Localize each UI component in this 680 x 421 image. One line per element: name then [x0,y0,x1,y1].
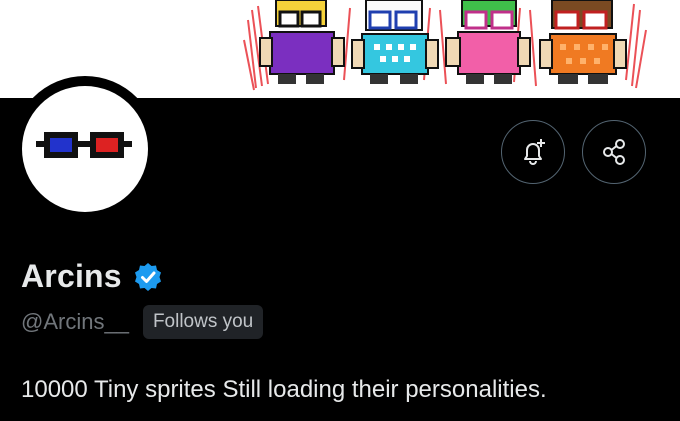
sprite-cyan [351,0,439,84]
share-profile-button[interactable] [582,120,646,184]
notification-subscribe-button[interactable] [501,120,565,184]
profile-handle-row: @Arcins__ Follows you [21,305,264,339]
follows-you-badge: Follows you [142,305,264,339]
profile-handle: @Arcins__ [21,309,129,334]
profile-avatar[interactable] [12,76,158,222]
sprite-purple [259,0,345,84]
share-nodes-icon [603,139,625,165]
profile-bio: 10000 Tiny sprites Still loading their p… [21,376,547,403]
3d-glasses-logo [36,132,132,158]
profile-name-row: Arcins [21,258,164,295]
avatar-image [22,86,148,212]
bell-plus-icon [524,139,545,165]
sprite-orange [539,0,627,84]
sprite-pink [445,0,531,84]
profile-display-name: Arcins [21,258,122,294]
verified-badge-icon[interactable] [132,261,164,293]
